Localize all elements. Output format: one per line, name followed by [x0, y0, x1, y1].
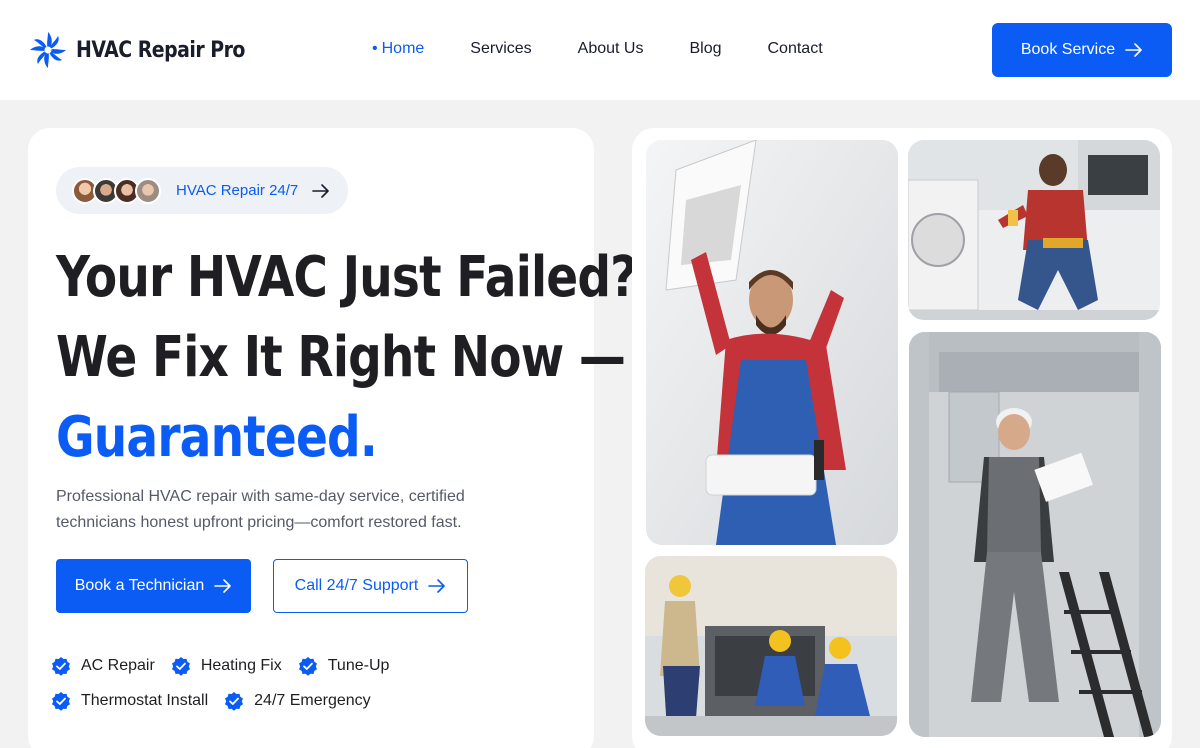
badge-text: HVAC Repair 24/7	[176, 182, 299, 199]
verified-check-icon	[171, 657, 190, 676]
book-technician-label: Book a Technician	[74, 577, 205, 594]
feature-label: Heating Fix	[200, 657, 282, 674]
verified-check-icon	[298, 657, 317, 676]
verified-check-icon	[52, 692, 70, 711]
nav-item-about-us[interactable]: About Us	[578, 40, 644, 58]
book-service-button[interactable]: Book Service	[992, 23, 1172, 77]
arrow-right-icon	[428, 579, 446, 593]
photo-gallery	[632, 128, 1172, 748]
feature-item: Tune-Up	[298, 656, 390, 676]
brand-logo[interactable]: HVAC Repair Pro	[28, 30, 272, 70]
site-header: HVAC Repair Pro Home Services About Us B…	[0, 0, 1200, 100]
book-service-label: Book Service	[1020, 41, 1116, 58]
hero-headline: Your HVAC Just Failed? We Fix It Right N…	[56, 238, 637, 478]
nav-item-home[interactable]: Home	[372, 40, 425, 58]
nav-item-contact[interactable]: Contact	[768, 40, 823, 58]
technician-ladder-duct-photo	[909, 332, 1161, 737]
feature-item: Thermostat Install	[51, 691, 208, 711]
verified-check-icon	[225, 692, 244, 711]
brand-name: HVAC Repair Pro	[76, 37, 245, 63]
feature-label: Thermostat Install	[81, 692, 209, 709]
headline-line-1: Your HVAC Just Failed?	[56, 245, 637, 310]
feature-label: 24/7 Emergency	[254, 692, 371, 709]
technician-outdoor-unit-photo	[908, 140, 1160, 320]
book-technician-button[interactable]: Book a Technician	[56, 559, 251, 613]
feature-item: 24/7 Emergency	[224, 691, 371, 711]
technician-wall-ac-photo	[646, 140, 898, 545]
fan-logo-icon	[30, 32, 66, 68]
verified-check-icon	[52, 657, 70, 676]
arrow-right-icon	[214, 579, 232, 593]
headline-accent: Guaranteed.	[56, 405, 378, 470]
feature-label: Tune-Up	[327, 657, 390, 674]
feature-item: AC Repair	[51, 656, 155, 676]
call-support-label: Call 24/7 Support	[294, 577, 419, 594]
call-support-button[interactable]: Call 24/7 Support	[273, 559, 468, 613]
headline-line-2: We Fix It Right Now —	[56, 325, 626, 390]
nav-item-services[interactable]: Services	[470, 40, 531, 58]
arrow-right-icon	[1125, 43, 1142, 57]
arrow-right-icon	[312, 183, 330, 198]
avatar	[135, 177, 161, 204]
nav-item-blog[interactable]: Blog	[689, 40, 721, 58]
feature-list: AC Repair Heating Fix Tune-Up Thermostat…	[51, 656, 471, 711]
feature-label: AC Repair	[81, 657, 155, 674]
hero-subtext: Professional HVAC repair with same-day s…	[56, 488, 465, 531]
technicians-team-photo	[645, 556, 897, 736]
hero-card: HVAC Repair 24/7 Your HVAC Just Failed? …	[28, 128, 637, 748]
main-nav: Home Services About Us Blog Contact	[372, 40, 869, 58]
support-badge[interactable]: HVAC Repair 24/7	[56, 167, 348, 214]
feature-item: Heating Fix	[171, 656, 282, 676]
avatar-group	[72, 177, 161, 204]
